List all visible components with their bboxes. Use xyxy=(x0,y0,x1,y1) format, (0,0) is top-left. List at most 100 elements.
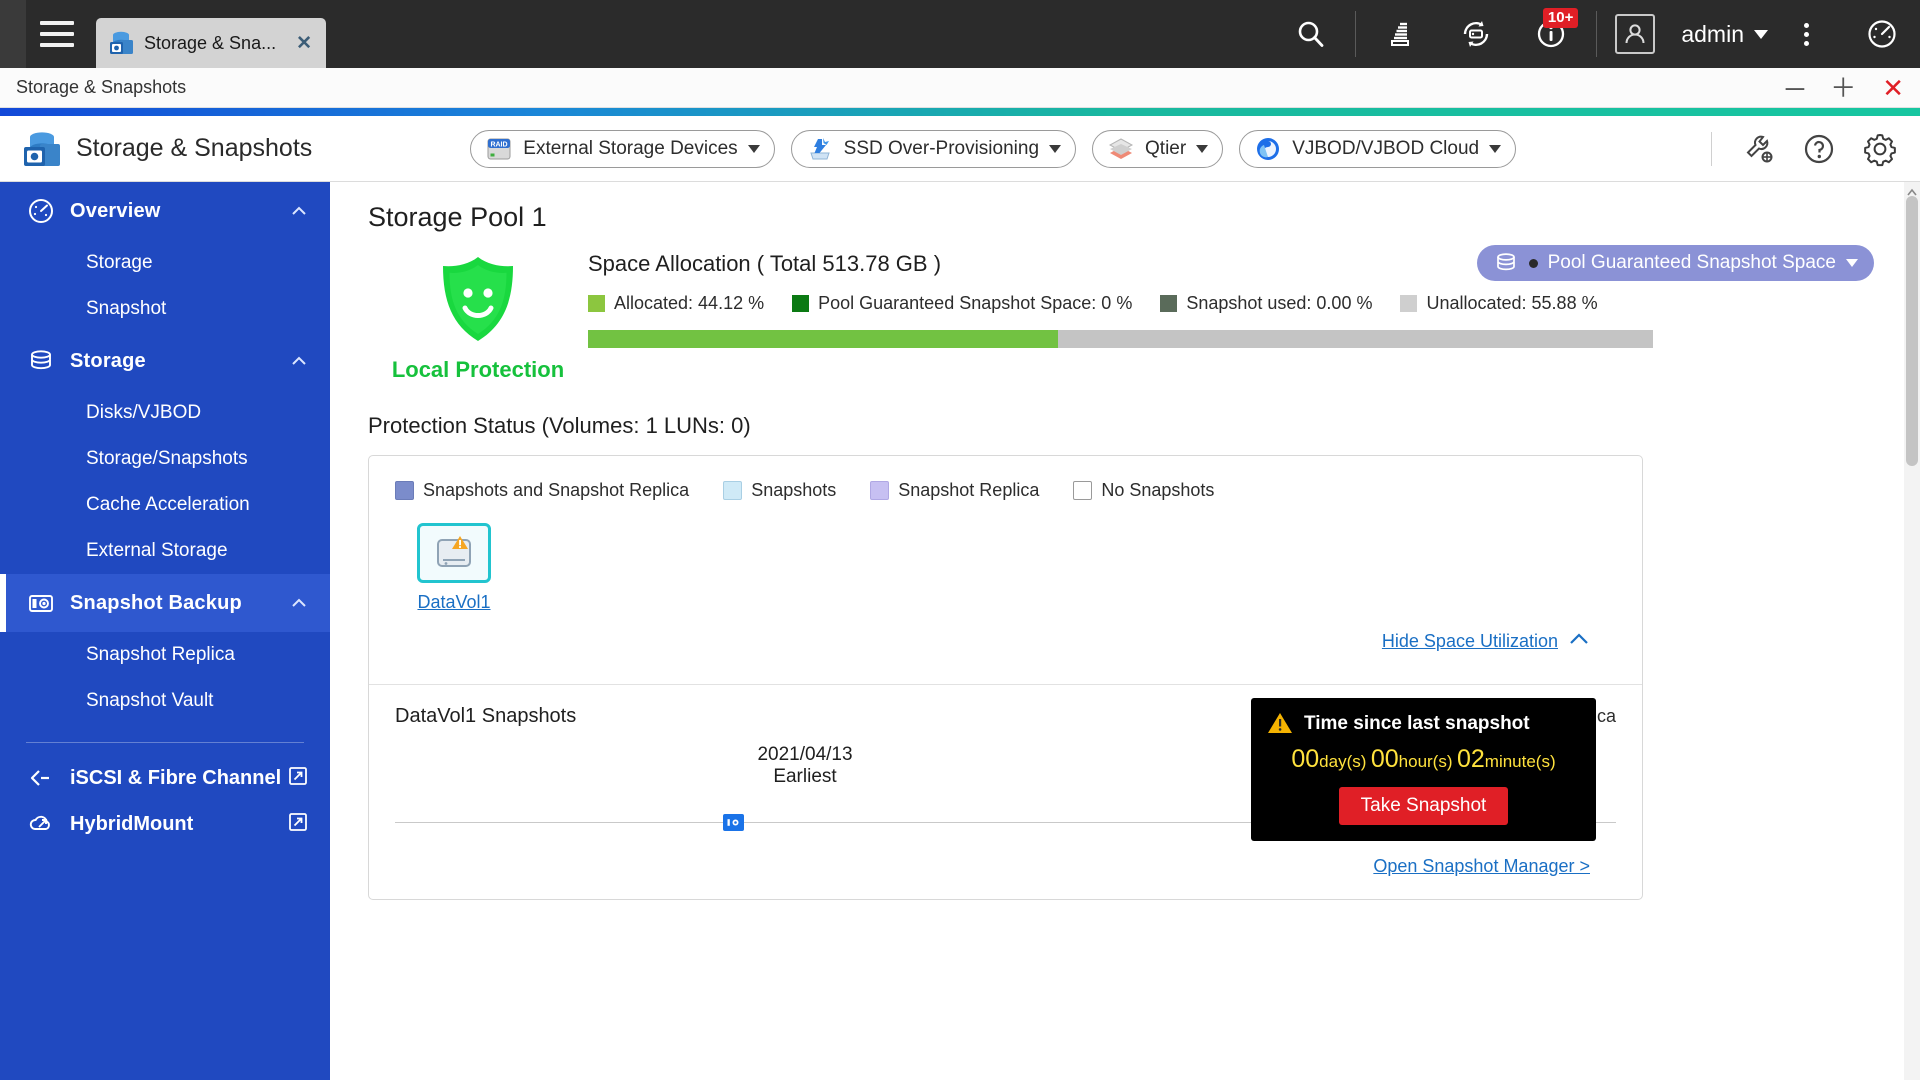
avatar xyxy=(1615,14,1656,54)
volume-tile-datavol1[interactable]: DataVol1 xyxy=(417,523,491,613)
chevron-up-icon xyxy=(290,202,308,220)
app-header: Storage & Snapshots RAID External Storag… xyxy=(0,116,1920,182)
sidebar-group-overview[interactable]: Overview xyxy=(0,182,330,240)
raid-disk-icon: RAID xyxy=(487,138,511,159)
page-title: Storage Pool 1 xyxy=(368,202,547,232)
app-header-actions xyxy=(1711,131,1898,167)
space-allocation-bar xyxy=(588,330,1653,348)
tab-title: Storage & Sna... xyxy=(144,32,277,53)
tooltip-days-value: 00 xyxy=(1291,745,1320,773)
main-content: Storage Pool 1 Local Protection Space Al… xyxy=(330,182,1920,1080)
space-allocation-panel: Space Allocation ( Total 513.78 GB ) All… xyxy=(588,245,1920,383)
timeline-earliest: 2021/04/13 Earliest xyxy=(725,744,885,788)
sidebar-item-external-storage[interactable]: External Storage xyxy=(0,528,330,574)
sidebar-item-iscsi-fibre-channel[interactable]: iSCSI & Fibre Channel xyxy=(0,755,330,801)
external-storage-devices-button[interactable]: RAID External Storage Devices xyxy=(470,129,775,168)
sidebar-item-snapshot-vault[interactable]: Snapshot Vault xyxy=(0,678,330,724)
snapshot-timeline-panel: DataVol1 Snapshots Local Snapshot xyxy=(369,684,1642,899)
sidebar-item-hybridmount[interactable]: HybridMount xyxy=(0,801,330,847)
overview-gauge-icon xyxy=(26,196,56,226)
chevron-down-icon xyxy=(747,144,760,153)
os-tray-divider xyxy=(1355,11,1357,57)
volume-name-link[interactable]: DataVol1 xyxy=(417,592,490,613)
legend-item-snapshot-replica: Snapshot Replica xyxy=(870,480,1039,501)
maximize-button[interactable]: ＋ xyxy=(1830,75,1856,101)
protection-status-legend: Snapshots and Snapshot Replica Snapshots… xyxy=(395,480,1616,501)
iscsi-icon xyxy=(26,763,56,793)
sidebar-item-overview-storage[interactable]: Storage xyxy=(0,240,330,286)
sidebar-item-disks-vjbod[interactable]: Disks/VJBOD xyxy=(0,390,330,436)
legend-item-allocated: Allocated: 44.12 % xyxy=(588,293,764,314)
tooltip-hours-value: 00 xyxy=(1370,745,1399,773)
volume-icon-box[interactable] xyxy=(417,523,491,583)
chevron-up-icon xyxy=(290,594,308,612)
legend-label: Pool Guaranteed Snapshot Space: 0 % xyxy=(818,293,1133,313)
time-since-last-snapshot-tooltip: Time since last snapshot 00day(s) 00hour… xyxy=(1251,698,1596,841)
kebab-more-icon[interactable] xyxy=(1768,0,1844,68)
app-tab-storage-snapshots[interactable]: Storage & Sna... ✕ xyxy=(96,18,326,68)
open-snapshot-manager-link[interactable]: Open Snapshot Manager > xyxy=(1373,856,1590,876)
admin-username: admin xyxy=(1681,20,1744,47)
window-title-bar: Storage & Snapshots ─ ＋ ✕ xyxy=(0,68,1920,108)
chevron-down-icon xyxy=(1846,259,1858,267)
pill-label: VJBOD/VJBOD Cloud xyxy=(1292,137,1480,159)
accent-gradient-strip xyxy=(0,108,1920,116)
dashboard-gauge-icon[interactable] xyxy=(1844,0,1920,68)
resource-monitor-icon[interactable] xyxy=(1438,0,1514,68)
timeline-snapshot-marker[interactable] xyxy=(723,814,744,831)
space-allocation-bar-fill xyxy=(588,330,1058,348)
qtier-button[interactable]: Qtier xyxy=(1092,129,1224,168)
tooltip-days-unit: day(s) xyxy=(1319,752,1367,771)
chevron-up-icon xyxy=(1568,629,1590,654)
timeline-earliest-caption: Earliest xyxy=(773,766,837,787)
sidebar-item-snapshot-replica[interactable]: Snapshot Replica xyxy=(0,632,330,678)
sidebar-group-label: Storage xyxy=(70,349,146,372)
legend-swatch xyxy=(723,481,743,500)
search-icon[interactable] xyxy=(1273,0,1349,68)
sidebar-item-cache-acceleration[interactable]: Cache Acceleration xyxy=(0,482,330,528)
pgss-label: Pool Guaranteed Snapshot Space xyxy=(1547,252,1836,273)
os-bar-left-padding xyxy=(0,0,26,68)
scrollbar-thumb[interactable] xyxy=(1906,196,1918,466)
legend-label: Snapshot Replica xyxy=(898,480,1040,500)
local-protection-label: Local Protection xyxy=(391,357,565,382)
window-controls: ─ ＋ ✕ xyxy=(1786,75,1904,101)
user-menu-button[interactable]: admin xyxy=(1681,21,1768,48)
gear-icon[interactable] xyxy=(1862,131,1898,167)
chevron-down-icon xyxy=(1196,144,1209,153)
app-title: Storage & Snapshots xyxy=(76,134,313,162)
legend-label: Unallocated: 55.88 % xyxy=(1426,293,1598,313)
legend-label: Snapshots xyxy=(751,480,837,500)
vjbod-cloud-button[interactable]: VJBOD/VJBOD Cloud xyxy=(1239,129,1517,168)
pool-guaranteed-snapshot-space-button[interactable]: Pool Guaranteed Snapshot Space xyxy=(1476,245,1874,281)
main-menu-hamburger-icon[interactable] xyxy=(26,0,88,68)
help-icon[interactable] xyxy=(1802,132,1836,166)
tab-close-icon[interactable]: ✕ xyxy=(296,32,312,55)
chevron-up-icon xyxy=(290,352,308,370)
qtier-layers-icon xyxy=(1108,137,1134,159)
sidebar-group-label: Snapshot Backup xyxy=(70,591,242,614)
chevron-down-icon xyxy=(1049,144,1062,153)
legend-label: Snapshots and Snapshot Replica xyxy=(423,480,690,500)
legend-swatch xyxy=(870,481,890,500)
vjbod-cloud-icon xyxy=(1257,137,1280,160)
minimize-button[interactable]: ─ xyxy=(1786,75,1804,101)
notification-info-icon[interactable]: 10+ xyxy=(1514,0,1590,68)
global-settings-icon[interactable] xyxy=(1742,132,1776,166)
legend-label: Allocated: 44.12 % xyxy=(614,293,765,313)
sidebar-item-storage-snapshots[interactable]: Storage/Snapshots xyxy=(0,436,330,482)
legend-item-snapshot-used: Snapshot used: 0.00 % xyxy=(1160,293,1372,314)
sidebar-item-overview-snapshot[interactable]: Snapshot xyxy=(0,286,330,332)
os-top-bar: Storage & Sna... ✕ 10+ admin xyxy=(0,0,1920,68)
sidebar-group-snapshot-backup[interactable]: Snapshot Backup xyxy=(0,574,330,632)
legend-item-snapshots: Snapshots xyxy=(723,480,836,501)
hide-space-utilization-button[interactable]: Hide Space Utilization xyxy=(395,613,1616,668)
sidebar-group-storage[interactable]: Storage xyxy=(0,332,330,390)
backup-station-icon[interactable] xyxy=(1362,0,1438,68)
close-button[interactable]: ✕ xyxy=(1882,75,1904,101)
ssd-over-provisioning-button[interactable]: SSD Over-Provisioning xyxy=(790,129,1077,168)
legend-swatch xyxy=(588,295,605,312)
user-avatar-icon[interactable] xyxy=(1603,0,1667,68)
protection-status-top: Snapshots and Snapshot Replica Snapshots… xyxy=(369,456,1642,684)
take-snapshot-button[interactable]: Take Snapshot xyxy=(1338,787,1509,825)
